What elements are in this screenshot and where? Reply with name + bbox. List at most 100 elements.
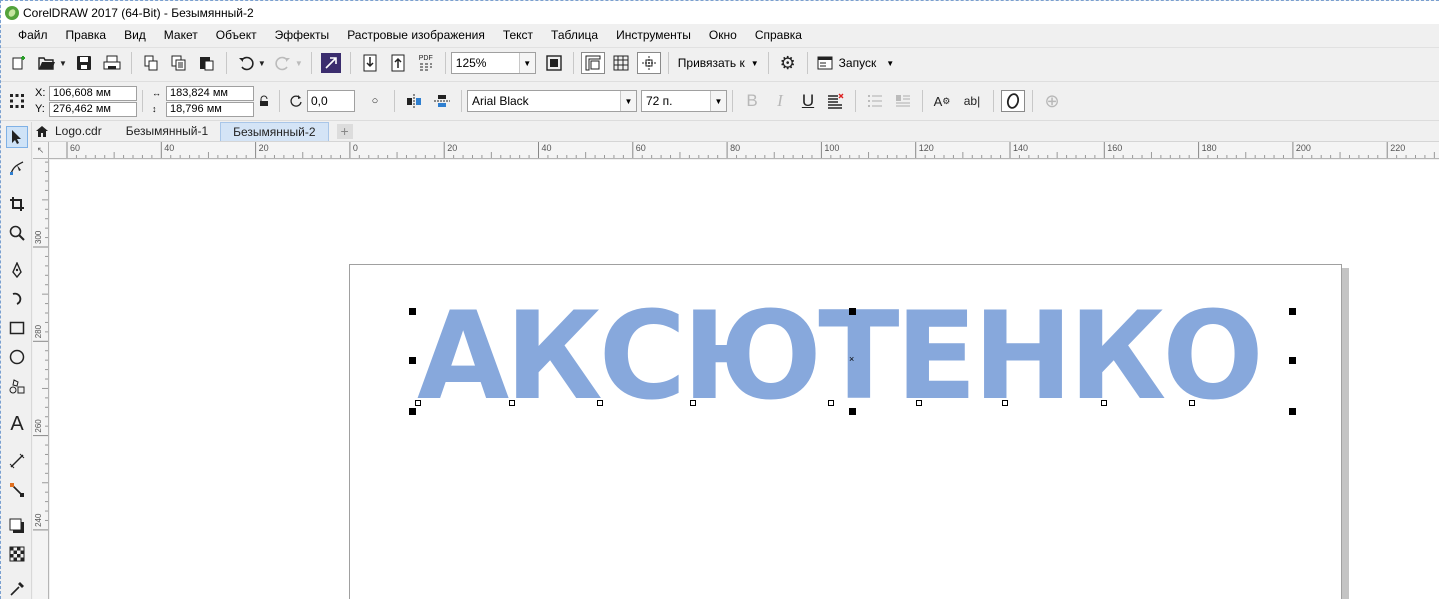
menu-table[interactable]: Таблица: [542, 25, 607, 46]
freehand-tool-icon[interactable]: [6, 259, 28, 281]
italic-button[interactable]: I: [768, 90, 792, 112]
font-size-dropdown-icon[interactable]: ▼: [710, 91, 726, 111]
bold-button[interactable]: B: [740, 90, 764, 112]
reference-point-icon[interactable]: [5, 90, 29, 112]
character-node[interactable]: [916, 400, 922, 406]
drop-shadow-tool-icon[interactable]: [6, 515, 28, 537]
character-node[interactable]: [415, 400, 421, 406]
horizontal-ruler[interactable]: 60 40 20 0 20 40 60 80 100 120 140 160 180 200 220: [49, 142, 1439, 159]
character-node[interactable]: [597, 400, 603, 406]
menu-bitmaps[interactable]: Растровые изображения: [338, 25, 494, 46]
open-caret-icon[interactable]: ▼: [59, 59, 67, 68]
zoom-dropdown-icon[interactable]: ▼: [518, 53, 535, 73]
menu-file[interactable]: Файл: [9, 25, 57, 46]
transparency-tool-icon[interactable]: [6, 543, 28, 565]
show-guidelines-icon[interactable]: [636, 52, 661, 74]
copy-icon[interactable]: [167, 52, 191, 74]
full-screen-icon[interactable]: [542, 52, 566, 74]
menu-window[interactable]: Окно: [700, 25, 746, 46]
character-node[interactable]: [690, 400, 696, 406]
font-list-combo[interactable]: Arial Black ▼: [467, 90, 637, 112]
rotation-input[interactable]: 0,0: [307, 90, 355, 112]
connector-tool-icon[interactable]: [6, 479, 28, 501]
y-position-input[interactable]: 276,462 мм: [49, 101, 137, 117]
polygon-tool-icon[interactable]: [6, 375, 28, 397]
home-icon[interactable]: [33, 122, 51, 141]
tab-untitled-2[interactable]: Безымянный-2: [220, 122, 329, 141]
show-grid-icon[interactable]: [609, 52, 633, 74]
character-node[interactable]: [509, 400, 515, 406]
redo-caret-icon[interactable]: ▼: [295, 59, 303, 68]
menu-object[interactable]: Объект: [207, 25, 266, 46]
options-gear-icon[interactable]: ⚙: [776, 52, 800, 74]
vertical-ruler[interactable]: 300 280 260 240: [33, 159, 49, 599]
shape-tool-icon[interactable]: [6, 157, 28, 179]
text-alignment-icon[interactable]: [824, 90, 848, 112]
add-property-plus-icon[interactable]: ⊕: [1040, 90, 1064, 112]
new-document-icon[interactable]: [7, 52, 31, 74]
dimension-tool-icon[interactable]: [6, 450, 28, 472]
selection-handle-middle-right[interactable]: [1289, 357, 1296, 364]
selection-handle-middle-left[interactable]: [409, 357, 416, 364]
import-icon[interactable]: [358, 52, 382, 74]
text-tool-icon[interactable]: A: [6, 413, 28, 435]
height-input[interactable]: 18,796 мм: [166, 101, 254, 117]
artistic-media-tool-icon[interactable]: [6, 288, 28, 310]
crop-tool-icon[interactable]: [6, 193, 28, 215]
menu-layout[interactable]: Макет: [155, 25, 207, 46]
pick-tool-icon[interactable]: [6, 126, 28, 148]
edit-text-button[interactable]: ab |: [958, 90, 986, 112]
mirror-vertical-icon[interactable]: [430, 90, 454, 112]
font-size-combo[interactable]: 72 п. ▼: [641, 90, 727, 112]
rectangle-tool-icon[interactable]: [6, 317, 28, 339]
search-content-icon[interactable]: [319, 52, 343, 74]
menu-view[interactable]: Вид: [115, 25, 155, 46]
x-position-input[interactable]: 106,608 мм: [49, 85, 137, 101]
selection-handle-bottom-right[interactable]: [1289, 408, 1296, 415]
undo-caret-icon[interactable]: ▼: [258, 59, 266, 68]
selection-handle-bottom-center[interactable]: [849, 408, 856, 415]
drawing-canvas[interactable]: АКСЮТЕНКО ×: [50, 160, 1439, 599]
menu-text[interactable]: Текст: [494, 25, 542, 46]
character-node[interactable]: [1189, 400, 1195, 406]
character-node[interactable]: [828, 400, 834, 406]
save-icon[interactable]: [72, 52, 96, 74]
text-properties-button[interactable]: A ⚙: [930, 90, 954, 112]
cut-icon[interactable]: [139, 52, 163, 74]
selection-handle-top-center[interactable]: [849, 308, 856, 315]
redo-icon[interactable]: [271, 52, 295, 74]
zoom-tool-icon[interactable]: [6, 222, 28, 244]
mirror-horizontal-icon[interactable]: [402, 90, 426, 112]
tab-untitled-1[interactable]: Безымянный-1: [114, 122, 220, 141]
character-node[interactable]: [1101, 400, 1107, 406]
zoom-level-combo[interactable]: 125% ▼: [450, 52, 536, 74]
selection-handle-top-right[interactable]: [1289, 308, 1296, 315]
selection-handle-bottom-left[interactable]: [409, 408, 416, 415]
width-input[interactable]: 183,824 мм: [166, 85, 254, 101]
drop-cap-icon[interactable]: [891, 90, 915, 112]
ruler-origin[interactable]: ↖: [33, 142, 49, 159]
launch-button[interactable]: Запуск ▼: [813, 56, 898, 70]
font-dropdown-icon[interactable]: ▼: [620, 91, 636, 111]
variable-font-icon[interactable]: [1001, 90, 1025, 112]
open-icon[interactable]: [35, 52, 59, 74]
show-rulers-icon[interactable]: [580, 52, 605, 74]
export-icon[interactable]: [386, 52, 410, 74]
underline-button[interactable]: U: [796, 90, 820, 112]
artistic-text-object[interactable]: АКСЮТЕНКО: [417, 296, 1264, 417]
eyedropper-tool-icon[interactable]: [6, 578, 28, 599]
paste-icon[interactable]: [195, 52, 219, 74]
menu-edit[interactable]: Правка: [57, 25, 116, 46]
tab-logo-cdr[interactable]: Logo.cdr: [51, 122, 114, 141]
print-icon[interactable]: [100, 52, 124, 74]
character-node[interactable]: [1002, 400, 1008, 406]
new-tab-plus-icon[interactable]: +: [336, 124, 353, 139]
menu-help[interactable]: Справка: [746, 25, 811, 46]
snap-to-button[interactable]: Привязать к ▼: [674, 56, 763, 70]
selection-handle-top-left[interactable]: [409, 308, 416, 315]
ellipse-tool-icon[interactable]: [6, 346, 28, 368]
bullet-list-icon[interactable]: [863, 90, 887, 112]
menu-effects[interactable]: Эффекты: [266, 25, 339, 46]
undo-icon[interactable]: [234, 52, 258, 74]
lock-ratio-icon[interactable]: [256, 90, 272, 112]
